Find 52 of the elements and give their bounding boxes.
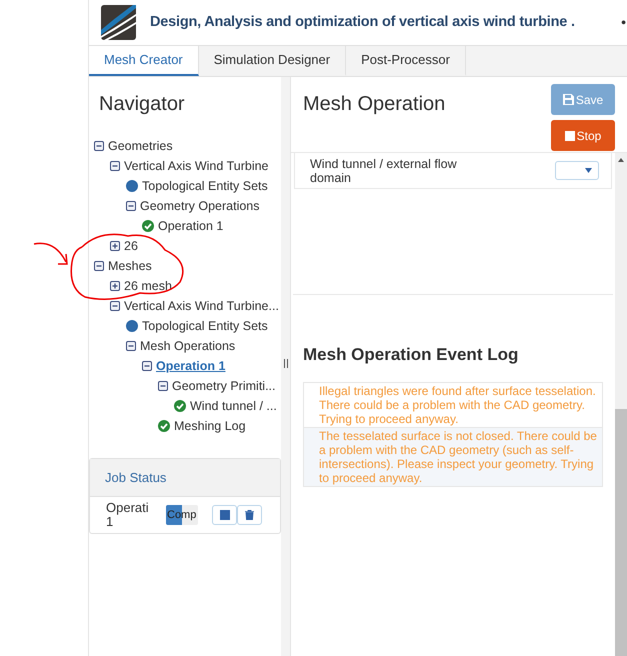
tab[interactable]: Mesh Creator [89, 46, 199, 76]
tree-item[interactable]: Vertical Axis Wind Turbine... [124, 296, 279, 316]
collapse-icon[interactable] [142, 361, 152, 371]
tree-item[interactable]: Meshes [108, 256, 152, 276]
collapse-icon[interactable] [158, 381, 168, 391]
tree-item[interactable]: Operation 1 [156, 356, 226, 376]
tree-item[interactable]: Geometries [108, 136, 173, 156]
hand-drawn-arrow [34, 242, 68, 265]
check-circle-icon [174, 400, 186, 412]
tree-item[interactable]: Operation 1 [158, 216, 224, 236]
collapse-icon[interactable] [126, 201, 136, 211]
edge-mark: • [621, 13, 627, 32]
stop-button[interactable] [212, 505, 237, 525]
trash-icon [245, 510, 254, 520]
tree-item[interactable]: 26 [124, 236, 138, 256]
log-entry: The tesselated surface is not closed. There could be a problem with the CAD geometry (such as self-intersections). Please inspect your geometry. Trying to proceed anyway. [304, 426, 602, 486]
tree-item[interactable]: Meshing Log [174, 416, 246, 436]
floppy-icon [562, 94, 574, 105]
collapse-icon[interactable] [110, 301, 120, 311]
job-status-title: Job Status [90, 459, 280, 497]
field-label: Wind tunnel / external flow domain [310, 156, 458, 184]
scrollbar[interactable] [615, 153, 627, 656]
scrollbar-thumb[interactable] [615, 409, 627, 656]
tree-item[interactable]: 26 mesh [124, 276, 172, 296]
tree-item[interactable]: Geometry Operations [140, 196, 260, 216]
delete-button[interactable] [237, 505, 262, 525]
expand-icon[interactable] [110, 241, 120, 251]
stop-icon [220, 510, 230, 520]
panel-title: Mesh Operation [303, 92, 446, 117]
collapse-icon[interactable] [110, 161, 120, 171]
collapse-icon[interactable] [94, 261, 104, 271]
splitter-handle-icon[interactable] [284, 359, 288, 368]
tree-item[interactable]: Mesh Operations [140, 336, 236, 356]
navigator-title: Navigator [98, 92, 186, 117]
log-title: Mesh Operation Event Log [302, 344, 520, 366]
expand-icon[interactable] [110, 281, 120, 291]
stop-square-icon [564, 130, 575, 140]
select-field[interactable] [555, 161, 599, 180]
tree-item[interactable]: Vertical Axis Wind Turbine [124, 156, 269, 176]
check-circle-icon [142, 220, 154, 232]
tree-item[interactable]: Topological Entity Sets [142, 176, 268, 196]
logo-icon [101, 5, 136, 40]
check-circle-icon [158, 420, 170, 432]
stop-button[interactable]: Stop [551, 120, 615, 151]
project-title: Design, Analysis and optimization of vertical axis wind turbine . [150, 12, 575, 32]
collapse-icon[interactable] [126, 341, 136, 351]
tree-item[interactable]: Wind tunnel / ... [190, 396, 277, 416]
job-name: Operati 1 [106, 501, 150, 529]
collapse-icon[interactable] [94, 141, 104, 151]
dropdown-caret-icon [585, 168, 592, 173]
tree-item[interactable]: Topological Entity Sets [142, 316, 268, 336]
tree-item[interactable]: Geometry Primiti... [172, 376, 276, 396]
